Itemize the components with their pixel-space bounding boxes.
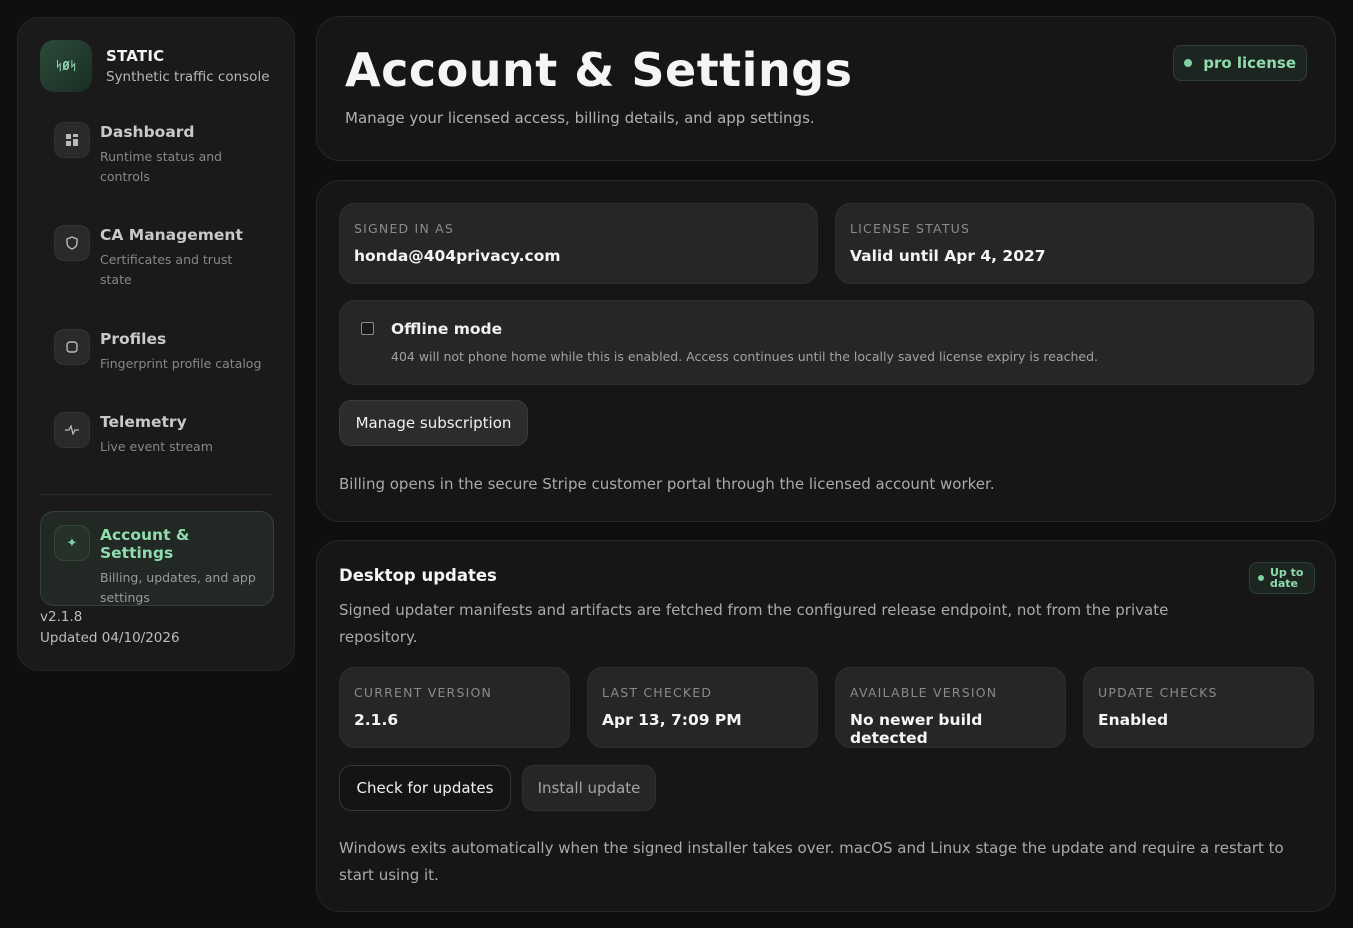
last-checked-field: LAST CHECKED Apr 13, 7:09 PM: [587, 667, 818, 748]
manage-subscription-button[interactable]: Manage subscription: [339, 400, 528, 446]
billing-note: Billing opens in the secure Stripe custo…: [339, 475, 995, 493]
field-value: 2.1.6: [354, 711, 399, 729]
signed-in-email: honda@404privacy.com: [354, 247, 561, 265]
status-dot-icon: [1258, 575, 1264, 581]
sparkle-icon: ✦: [54, 525, 90, 561]
field-value: No newer build detected: [850, 711, 983, 747]
desktop-updates-card: Desktop updates Up to date Signed update…: [316, 540, 1336, 912]
dashboard-grid-icon: [54, 122, 90, 158]
field-value: Apr 13, 7:09 PM: [602, 711, 742, 729]
sidebar-item-subtitle: Live event stream: [100, 439, 213, 454]
offline-mode-title: Offline mode: [391, 320, 503, 338]
license-badge: pro license: [1173, 45, 1307, 81]
signed-in-field: SIGNED IN AS honda@404privacy.com: [339, 203, 818, 284]
field-label: CURRENT VERSION: [354, 685, 493, 700]
brand-name: STATIC: [106, 47, 165, 65]
available-version-field: AVAILABLE VERSION No newer build detecte…: [835, 667, 1066, 748]
sidebar-item-profiles[interactable]: Profiles Fingerprint profile catalog: [54, 329, 274, 374]
app-version-info: v2.1.8 Updated 04/10/2026: [40, 607, 180, 649]
sidebar-item-title: Dashboard: [100, 123, 195, 141]
field-value: Enabled: [1098, 711, 1169, 729]
sidebar-item-subtitle: Fingerprint profile catalog: [100, 356, 262, 371]
sidebar-divider: [40, 494, 273, 495]
profile-square-icon: [54, 329, 90, 365]
brand: ᛋØᛋ STATIC Synthetic traffic console: [40, 40, 270, 92]
pulse-icon: [54, 412, 90, 448]
field-label: UPDATE CHECKS: [1098, 685, 1218, 700]
sidebar-item-account-settings[interactable]: ✦ Account & Settings Billing, updates, a…: [40, 511, 274, 606]
app-root: ᛋØᛋ STATIC Synthetic traffic console Das…: [0, 0, 1353, 928]
offline-mode-panel: Offline mode 404 will not phone home whi…: [339, 300, 1314, 385]
page-subtitle: Manage your licensed access, billing det…: [345, 109, 815, 127]
license-status-field: LICENSE STATUS Valid until Apr 4, 2027: [835, 203, 1314, 284]
sidebar-item-title: Profiles: [100, 330, 167, 348]
field-label: SIGNED IN AS: [354, 221, 455, 236]
license-status-value: Valid until Apr 4, 2027: [850, 247, 1046, 265]
sidebar-item-title: CA Management: [100, 226, 243, 244]
field-label: LAST CHECKED: [602, 685, 713, 700]
sidebar-item-title: Account & Settings: [100, 526, 190, 562]
shield-icon: [54, 225, 90, 261]
sidebar-item-subtitle: Certificates and trust state: [100, 252, 233, 287]
current-version-field: CURRENT VERSION 2.1.6: [339, 667, 570, 748]
sidebar-item-subtitle: Runtime status and controls: [100, 149, 223, 184]
sidebar-item-ca-management[interactable]: CA Management Certificates and trust sta…: [54, 225, 274, 290]
updates-description: Signed updater manifests and artifacts a…: [339, 601, 1169, 646]
sidebar-item-telemetry[interactable]: Telemetry Live event stream: [54, 412, 274, 457]
sidebar-item-title: Telemetry: [100, 413, 187, 431]
app-version: v2.1.8: [40, 609, 83, 625]
field-label: LICENSE STATUS: [850, 221, 971, 236]
brand-logo: ᛋØᛋ: [40, 40, 92, 92]
sidebar: ᛋØᛋ STATIC Synthetic traffic console Das…: [17, 17, 295, 671]
sidebar-item-dashboard[interactable]: Dashboard Runtime status and controls: [54, 122, 274, 187]
update-checks-field: UPDATE CHECKS Enabled: [1083, 667, 1314, 748]
app-updated-date: Updated 04/10/2026: [40, 630, 180, 646]
brand-subtitle: Synthetic traffic console: [106, 69, 270, 85]
header-card: Account & Settings Manage your licensed …: [316, 16, 1336, 161]
status-dot-icon: [1184, 59, 1193, 67]
install-update-button[interactable]: Install update: [522, 765, 656, 811]
offline-mode-description: 404 will not phone home while this is en…: [391, 349, 1098, 364]
updates-platform-note: Windows exits automatically when the sig…: [339, 839, 1284, 884]
offline-mode-checkbox[interactable]: [361, 322, 374, 335]
check-for-updates-button[interactable]: Check for updates: [339, 765, 511, 811]
update-status-badge: Up to date: [1249, 562, 1315, 594]
section-title: Desktop updates: [339, 566, 497, 585]
page-title: Account & Settings: [345, 43, 853, 97]
sidebar-item-subtitle: Billing, updates, and app settings: [100, 570, 256, 605]
field-label: AVAILABLE VERSION: [850, 685, 998, 700]
account-card: SIGNED IN AS honda@404privacy.com LICENS…: [316, 180, 1336, 522]
